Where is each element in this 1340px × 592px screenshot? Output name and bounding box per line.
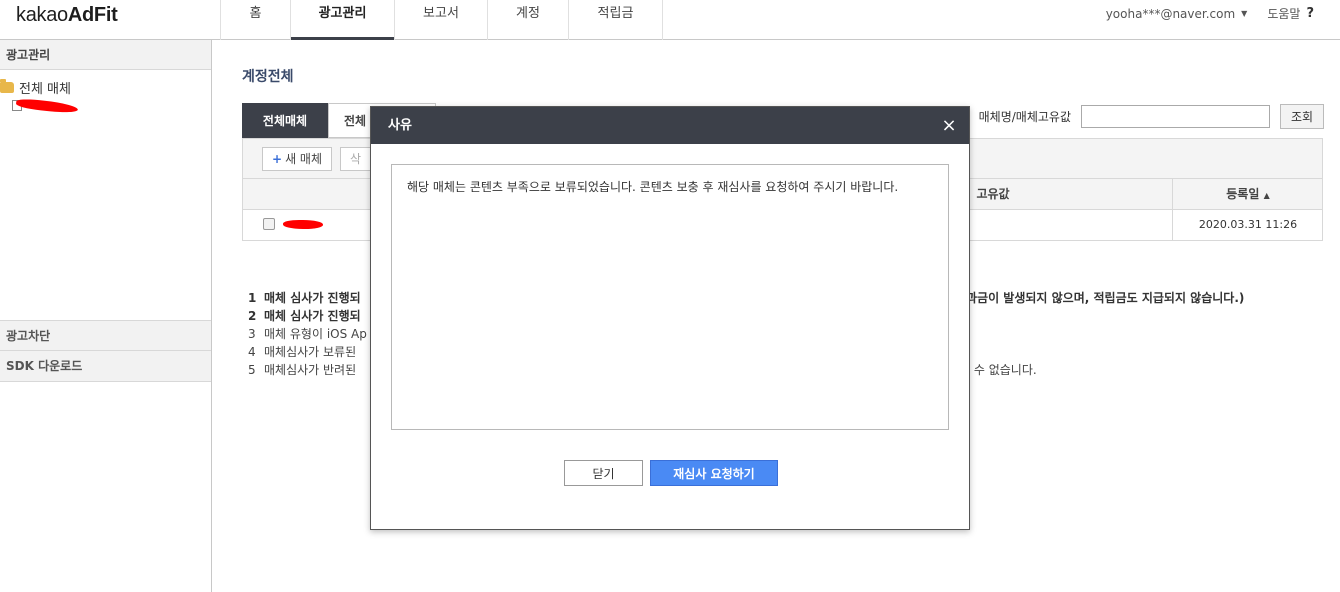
logo-light-text: kakao — [16, 4, 68, 26]
help-icon[interactable]: ? — [1306, 6, 1314, 21]
modal-title: 사유 — [388, 118, 412, 133]
nav-tab-rewards[interactable]: 적립금 — [569, 0, 663, 40]
notice-number: 5 — [248, 363, 256, 377]
header-date-label: 등록일 — [1226, 187, 1260, 201]
header-registered-date[interactable]: 등록일 ▲ — [1173, 179, 1323, 209]
close-icon[interactable]: × — [939, 107, 959, 144]
caret-down-icon[interactable]: ▼ — [1241, 9, 1247, 18]
row-registered-date: 2020.03.31 11:26 — [1198, 218, 1298, 231]
search-input[interactable] — [1081, 105, 1270, 128]
main-nav: 홈 광고관리 보고서 계정 적립금 — [220, 0, 663, 41]
page-title: 계정전체 — [242, 69, 294, 85]
notice-number: 4 — [248, 345, 256, 359]
top-header: kakaoAdFit 홈 광고관리 보고서 계정 적립금 yooha***@na… — [0, 0, 1340, 41]
notice-number: 3 — [248, 327, 256, 341]
new-media-button[interactable]: + 새 매체 — [262, 147, 332, 171]
tab-all-media[interactable]: 전체매체 — [242, 103, 328, 138]
search-label: 매체명/매체고유값 — [978, 110, 1071, 124]
request-review-button[interactable]: 재심사 요청하기 — [650, 460, 778, 486]
user-area: yooha***@naver.com ▼ 도움말 ? — [1106, 5, 1314, 22]
tree-root-all-media[interactable]: 전체 매체 — [0, 78, 71, 97]
nav-tab-ad-management[interactable]: 광고관리 — [291, 0, 395, 41]
reason-modal: 사유 × 해당 매체는 콘텐츠 부족으로 보류되었습니다. 콘텐츠 보충 후 재… — [370, 106, 970, 530]
tree-item-redacted[interactable] — [12, 97, 79, 114]
nav-tab-home[interactable]: 홈 — [221, 0, 291, 40]
redaction-scribble — [283, 220, 323, 229]
notice-text: 매체 심사가 진행되 — [264, 309, 361, 323]
notice-text: 매체 유형이 iOS Ap — [264, 327, 367, 341]
redaction-scribble — [15, 97, 79, 114]
modal-header: 사유 × — [371, 107, 969, 144]
delete-button[interactable]: 삭 — [340, 147, 372, 171]
sidebar-item-sdk-download[interactable]: SDK 다운로드 — [0, 351, 211, 382]
sidebar-sections: 광고차단 SDK 다운로드 — [0, 320, 211, 382]
close-button[interactable]: 닫기 — [564, 460, 643, 486]
notice-number: 1 — [248, 291, 257, 305]
nav-tab-reports[interactable]: 보고서 — [395, 0, 488, 40]
nav-tab-account[interactable]: 계정 — [488, 0, 569, 40]
notice-text: 매체심사가 반려된 — [264, 363, 357, 377]
sort-up-icon: ▲ — [1263, 191, 1270, 200]
user-email[interactable]: yooha***@naver.com — [1106, 7, 1235, 21]
search-button[interactable]: 조회 — [1280, 104, 1324, 129]
sidebar: 광고관리 전체 매체 광고차단 SDK 다운로드 — [0, 40, 212, 592]
sidebar-item-ad-block[interactable]: 광고차단 — [0, 320, 211, 351]
row-checkbox[interactable] — [263, 218, 275, 230]
new-media-label: 새 매체 — [285, 152, 322, 166]
header-unique-value[interactable]: 고유값 — [963, 179, 1023, 209]
notice-tail: 과금이 발생되지 않으며, 적립금도 지급되지 않습니다.) — [966, 291, 1245, 305]
modal-actions: 닫기 재심사 요청하기 — [371, 460, 971, 486]
notice-text: 매체심사가 보류된 — [264, 345, 357, 359]
help-link[interactable]: 도움말 — [1267, 5, 1300, 22]
search-area: 매체명/매체고유값 조회 — [979, 104, 1324, 129]
media-tree: 전체 매체 — [0, 70, 211, 320]
notice-number: 2 — [248, 309, 257, 323]
plus-icon: + — [272, 152, 283, 166]
logo[interactable]: kakaoAdFit — [16, 4, 118, 27]
notice-tail: 할 수 없습니다. — [959, 363, 1037, 377]
sidebar-title: 광고관리 — [0, 40, 211, 70]
folder-icon — [0, 79, 14, 93]
logo-bold-text: AdFit — [67, 4, 118, 26]
tree-root-label: 전체 매체 — [19, 82, 71, 97]
reason-text-box[interactable]: 해당 매체는 콘텐츠 부족으로 보류되었습니다. 콘텐츠 보충 후 재심사를 요… — [391, 164, 949, 430]
notice-text: 매체 심사가 진행되 — [264, 291, 361, 305]
